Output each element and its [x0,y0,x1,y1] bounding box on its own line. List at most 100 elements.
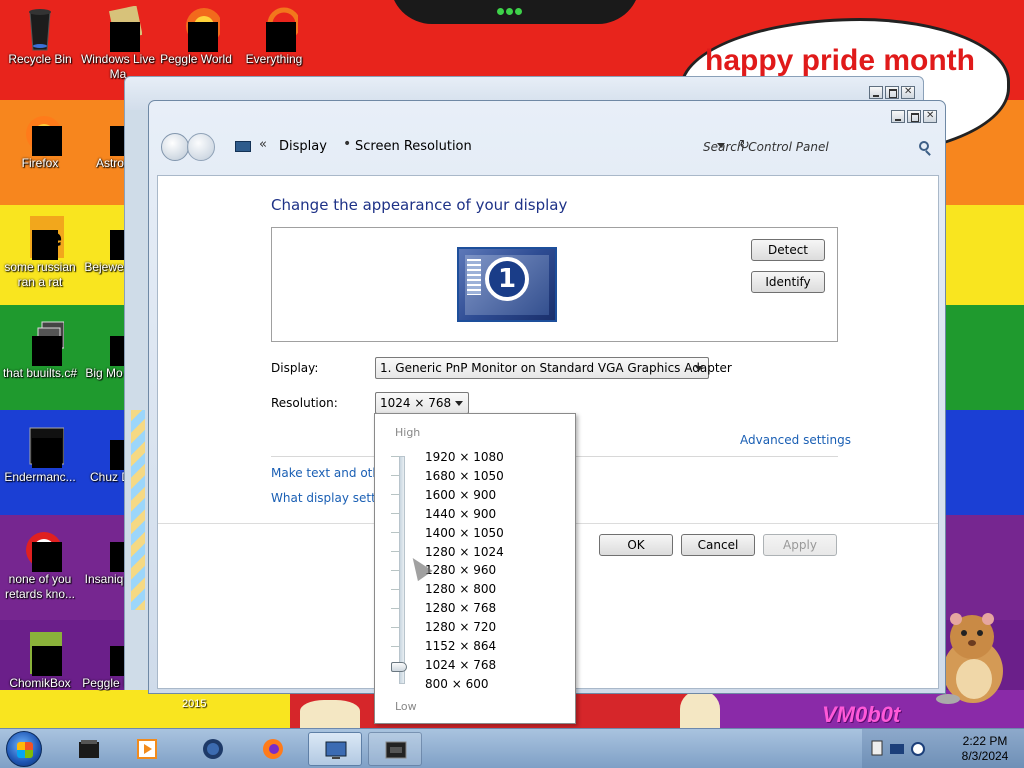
peggle-icon [172,6,222,52]
search-box[interactable]: Search Control Panel [689,133,937,160]
resolution-option[interactable]: 1280 × 1024 [425,545,504,559]
control-panel-icon [235,141,251,152]
apply-button[interactable]: Apply [763,534,837,556]
taskbar-app-terminal[interactable] [368,732,422,766]
wallpaper-shape [680,690,720,728]
close-icon[interactable] [901,86,915,99]
resolution-option[interactable]: 1280 × 960 [425,563,496,577]
display-label: Display: [271,361,319,375]
resolution-option[interactable]: 1280 × 720 [425,620,496,634]
chevron-left-icon[interactable]: « [259,137,267,152]
navigation-bar: « Display • Screen Resolution ↻ Search C… [157,129,939,167]
terminal-icon [16,424,65,470]
taskbar: 2:22 PM 8/3/2024 [0,728,1024,768]
wallpaper-year-text: 2015 [182,698,207,710]
terminal-icon [79,740,99,758]
display-select[interactable]: 1. Generic PnP Monitor on Standard VGA G… [375,357,732,379]
desktop-icon-that-builts[interactable]: that buuilts.c# [0,320,80,381]
monitor-preview-box: 1 Detect Identify [271,227,838,342]
resolution-option[interactable]: 1400 × 1050 [425,526,504,540]
resolution-option[interactable]: 1152 × 864 [425,639,496,653]
system-tray: 2:22 PM 8/3/2024 [862,729,1024,768]
desktop-icon-firefox[interactable]: Firefox [0,110,80,171]
opera-icon [16,526,64,572]
resolution-slider-thumb[interactable] [391,661,407,672]
page-title: Change the appearance of your display [271,196,568,214]
desktop-icon-peggle-world[interactable]: Peggle World [156,6,236,67]
desktop-icon-none-of-you[interactable]: none of you retards kno... [0,526,80,602]
resolution-option[interactable]: 1280 × 768 [425,601,496,615]
start-button[interactable] [6,731,42,767]
firefox-icon [16,110,64,156]
clock-date: 8/3/2024 [961,749,1009,763]
resolution-option[interactable]: 1440 × 900 [425,507,496,521]
address-bar[interactable]: « Display • Screen Resolution ↻ [229,134,750,160]
breadcrumb-screen-resolution[interactable]: Screen Resolution [355,139,472,154]
media-player-icon [137,739,157,759]
taskbar-app[interactable] [186,732,240,766]
cancel-button[interactable]: Cancel [681,534,755,556]
resolution-option[interactable]: 800 × 600 [425,677,489,691]
window-caption-buttons [891,110,937,123]
stack-icon [16,320,65,366]
close-icon[interactable] [923,110,937,123]
terminal-icon [385,741,407,759]
clock-time: 2:22 PM [962,734,1008,748]
search-icon[interactable] [919,141,929,151]
search-input[interactable]: Search Control Panel [703,140,829,154]
resolution-option[interactable]: 1280 × 800 [425,582,496,596]
background-window-edge [124,110,148,690]
resolution-dropdown[interactable]: High 1920 × 1080 1680 × 1050 1600 × 900 … [374,413,576,724]
desktop-icon-russian-rat[interactable]: e some russian ran a rat [0,214,80,290]
control-panel-icon [325,741,347,759]
detect-button[interactable]: Detect [751,239,825,261]
clock[interactable]: 2:22 PM 8/3/2024 [950,734,1020,764]
breadcrumb-separator-icon: • [343,136,352,152]
background-window-caption-buttons [869,86,915,99]
document-icon: e [16,214,64,260]
monitor-icon[interactable]: 1 [457,247,557,322]
back-button[interactable] [161,133,189,161]
desktop-icon-windows-live[interactable]: Windows Live Ma [78,5,158,82]
resolution-option[interactable]: 1920 × 1080 [425,450,504,464]
resolution-select[interactable]: 1024 × 768 [375,392,469,414]
desktop-icon-recycle-bin[interactable]: Recycle Bin [0,6,80,67]
taskbar-app[interactable] [246,732,300,766]
minimize-icon[interactable] [869,86,883,99]
resolution-label: Resolution: [271,396,338,410]
resolution-option[interactable]: 1680 × 1050 [425,469,504,483]
taskbar-app-control-panel[interactable] [308,732,362,766]
globe-icon [203,739,223,759]
recycle-bin-icon [16,6,64,52]
breadcrumb-display[interactable]: Display [279,139,327,154]
minimize-icon[interactable] [891,110,905,123]
resolution-low-label: Low [395,700,417,713]
advanced-settings-link[interactable]: Advanced settings [740,433,851,447]
resolution-option[interactable]: 1024 × 768 [425,658,496,672]
chevron-down-icon [695,366,703,371]
taskbar-app[interactable] [120,732,174,766]
identify-button[interactable]: Identify [751,271,825,293]
taskbar-app[interactable] [62,732,116,766]
speech-bubble-text: happy pride month [705,44,975,77]
desktop-icon-everything[interactable]: Everything [234,6,314,67]
maximize-icon[interactable] [907,110,921,123]
tray-icons [871,740,925,756]
resolution-option[interactable]: 1600 × 900 [425,488,496,502]
ok-button[interactable]: OK [599,534,673,556]
firefox-icon [263,739,283,759]
search-icon [250,6,301,52]
maximize-icon[interactable] [885,86,899,99]
chevron-down-icon [455,401,463,406]
resolution-slider-track[interactable] [399,456,405,684]
movie-maker-icon [94,5,143,52]
wallpaper-dots [497,4,527,15]
wallpaper-signature: VM0b0t [822,702,901,727]
slider-ticks [391,456,399,684]
monitor-number: 1 [485,257,529,301]
chomikbox-icon: ox [16,630,64,676]
desktop-icon-chomikbox[interactable]: ox ChomikBox [0,630,80,691]
desktop-icon-enderman[interactable]: Endermanc... [0,424,80,485]
windows-logo-icon [17,742,33,758]
forward-button[interactable] [187,133,215,161]
